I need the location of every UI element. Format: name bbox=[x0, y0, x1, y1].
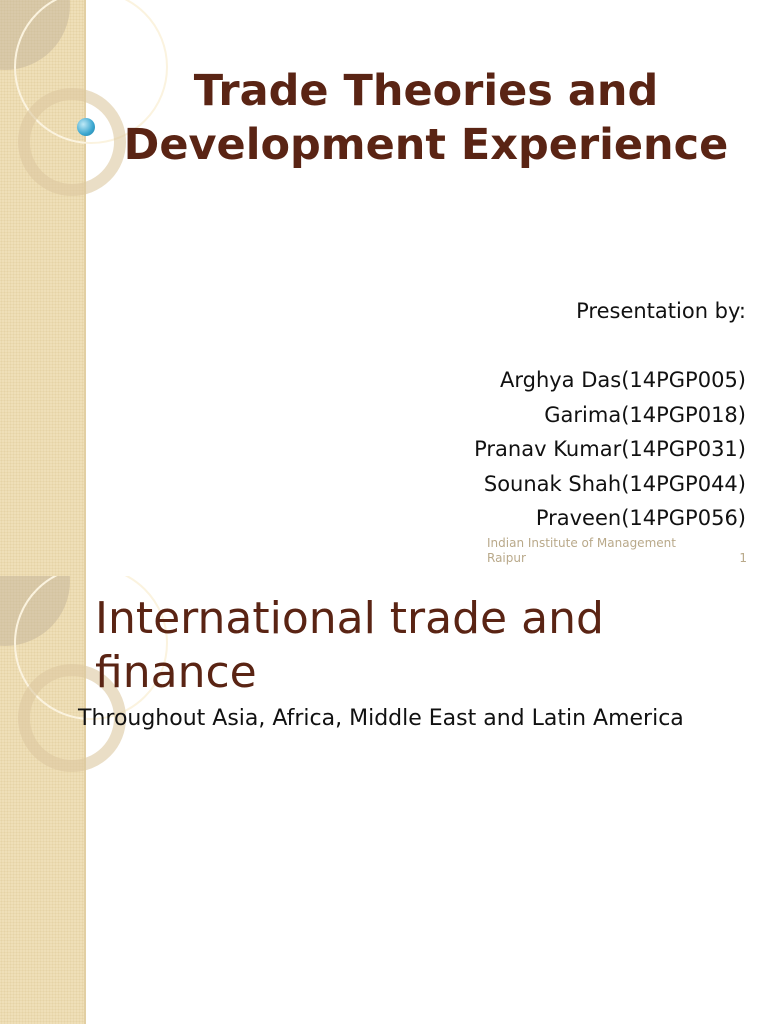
slide-title: Trade Theories and Development Experienc… bbox=[84, 64, 768, 172]
title-line: Development Experience bbox=[123, 120, 729, 170]
slide-2-title: International trade and finance bbox=[95, 592, 604, 700]
slide-footer: Indian Institute of Management Raipur 1 bbox=[487, 536, 747, 566]
title-line: Trade Theories and bbox=[193, 66, 659, 116]
presenter-name: Arghya Das(14PGP005) bbox=[499, 368, 746, 392]
presenter-name: Sounak Shah(14PGP044) bbox=[483, 471, 746, 496]
decorative-sidebar bbox=[0, 576, 168, 1024]
presenter-name: Praveen(14PGP056) bbox=[535, 506, 746, 530]
slide-number: 1 bbox=[739, 551, 747, 565]
presenter-name: Pranav Kumar(14PGP031) bbox=[474, 437, 746, 461]
presenter-name: Garima(14PGP018) bbox=[544, 402, 746, 427]
slide-1: Trade Theories and Development Experienc… bbox=[0, 0, 768, 576]
slide-2-subtitle: Throughout Asia, Africa, Middle East and… bbox=[78, 706, 684, 731]
presentation-by-label: Presentation by: bbox=[576, 299, 746, 323]
title-line: finance bbox=[95, 647, 257, 698]
footer-text: Indian Institute of Management bbox=[487, 536, 676, 550]
footer-text: Raipur bbox=[487, 551, 526, 565]
presenters-block: Presentation by: Arghya Das(14PGP005) Ga… bbox=[474, 294, 746, 536]
decorative-sidebar bbox=[0, 0, 168, 576]
title-line: International trade and bbox=[95, 593, 604, 644]
